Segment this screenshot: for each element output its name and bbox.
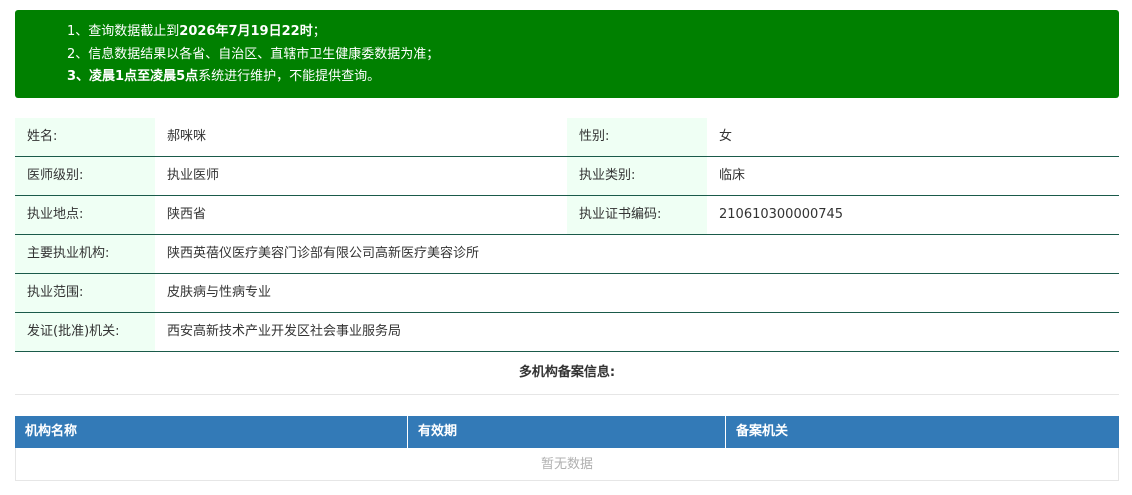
multi-org-title: 多机构备案信息:	[15, 352, 1119, 395]
cert-number-value: 210610300000745	[719, 207, 844, 222]
empty-placeholder: 暂无数据	[15, 448, 1119, 481]
info-row: 主要执业机构: 陕西英蓓仪医疗美容门诊部有限公司高新医疗美容诊所	[15, 235, 1119, 274]
notice-line-3: 3、凌晨1点至凌晨5点系统进行维护，不能提供查询。	[67, 66, 1119, 89]
table-header: 机构名称 有效期 备案机关	[15, 416, 1119, 448]
location-label: 执业地点:	[15, 196, 155, 234]
issuer-label: 发证(批准)机关:	[15, 313, 155, 351]
info-row: 发证(批准)机关: 西安高新技术产业开发区社会事业服务局	[15, 313, 1119, 352]
gender-label: 性别:	[567, 118, 707, 156]
category-label: 执业类别:	[567, 157, 707, 195]
column-header-validity: 有效期	[408, 416, 726, 448]
level-label: 医师级别:	[15, 157, 155, 195]
main-org-value: 陕西英蓓仪医疗美容门诊部有限公司高新医疗美容诊所	[167, 246, 480, 261]
notice-maintenance-time: 凌晨1点至凌晨5点	[89, 69, 199, 84]
main-org-label: 主要执业机构:	[15, 235, 155, 273]
info-row: 医师级别: 执业医师 执业类别: 临床	[15, 157, 1119, 196]
issuer-value: 西安高新技术产业开发区社会事业服务局	[167, 324, 402, 339]
column-header-filing-authority: 备案机关	[736, 424, 789, 439]
info-row: 姓名: 郝咪咪 性别: 女	[15, 118, 1119, 157]
scope-value: 皮肤病与性病专业	[167, 285, 272, 300]
info-row: 执业地点: 陕西省 执业证书编码: 210610300000745	[15, 196, 1119, 235]
cert-number-label: 执业证书编码:	[567, 196, 707, 234]
notice-line-1: 1、查询数据截止到2026年7月19日22时；	[67, 21, 1119, 44]
notice-line-2: 2、信息数据结果以各省、自治区、直辖市卫生健康委数据为准；	[67, 46, 440, 62]
name-value: 郝咪咪	[167, 129, 207, 144]
notice-cutoff-date: 2026年7月19日22时	[179, 24, 313, 39]
location-value: 陕西省	[167, 207, 207, 222]
multi-org-table: 机构名称 有效期 备案机关 暂无数据	[15, 416, 1119, 481]
notice-text: 3、	[67, 69, 90, 84]
gender-value: 女	[719, 129, 733, 144]
category-value: 临床	[719, 168, 746, 183]
name-label: 姓名:	[15, 118, 155, 156]
notice-text: 系统进行维护，不能提供查询。	[198, 69, 381, 84]
column-header-org-name: 机构名称	[15, 416, 408, 448]
notice-banner: 1、查询数据截止到2026年7月19日22时； 2、信息数据结果以各省、自治区、…	[15, 10, 1119, 98]
scope-label: 执业范围:	[15, 274, 155, 312]
level-value: 执业医师	[167, 168, 220, 183]
info-row: 执业范围: 皮肤病与性病专业	[15, 274, 1119, 313]
doctor-info-table: 姓名: 郝咪咪 性别: 女 医师级别: 执业医师 执业类别: 临床 执业地点: …	[15, 118, 1119, 352]
notice-text: 1、查询数据截止到	[67, 24, 180, 39]
notice-text: ；	[312, 24, 326, 39]
